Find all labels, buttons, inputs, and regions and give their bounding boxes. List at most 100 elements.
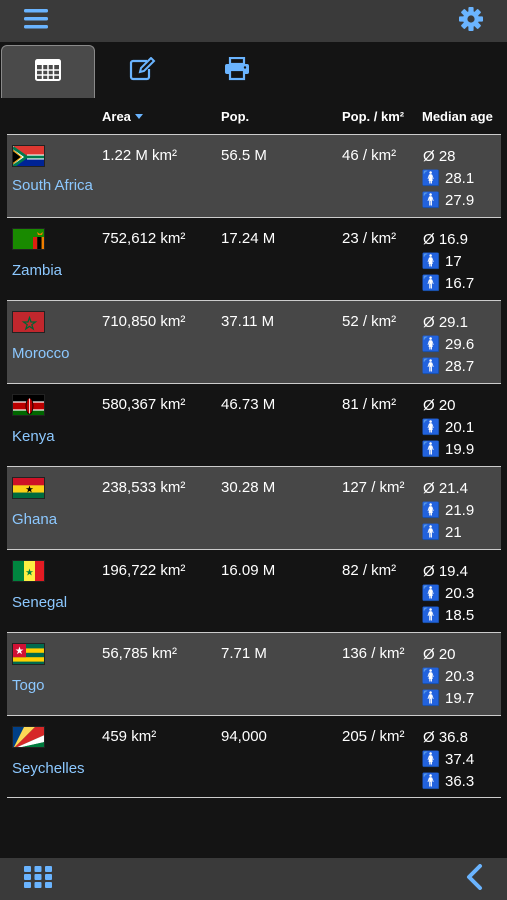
age-male-value: 19.9 [445,440,475,458]
column-header-median-age[interactable]: Median age [422,109,493,124]
female-icon: 🚺 [421,502,441,519]
age-female-value: 20.3 [445,584,475,602]
area-value: 580,367 km² [102,396,186,413]
menu-button[interactable] [14,6,58,36]
age-total-value: Ø 36.8 [423,728,469,746]
country-table: South Africa 1.22 M km² 56.5 M 46 / km² … [7,134,501,798]
age-total-value: Ø 19.4 [423,562,469,580]
zambia-flag [12,228,45,250]
age-male-value: 19.7 [445,689,475,707]
column-header-area-label: Area [102,109,131,124]
population-value: 7.71 M [221,645,267,662]
male-icon: 🚹 [421,275,441,292]
apps-button[interactable] [20,864,56,894]
female-icon: 🚺 [421,585,441,602]
population-value: 37.11 M [221,313,275,330]
table-row[interactable]: South Africa 1.22 M km² 56.5 M 46 / km² … [7,134,501,217]
kenya-flag [12,394,45,416]
area-value: 56,785 km² [102,645,178,662]
age-male-value: 16.7 [445,274,475,292]
sort-descending-icon [134,114,143,119]
age-male-value: 36.3 [445,772,475,790]
population-value: 17.24 M [221,230,276,247]
density-value: 81 / km² [342,396,397,413]
median-age-cell: Ø 20 🚺 20.1 🚹 19.9 [421,394,499,460]
area-value: 752,612 km² [102,230,186,247]
gear-icon [458,6,484,37]
senegal-flag [12,560,45,582]
age-female-value: 20.1 [445,418,475,436]
median-age-cell: Ø 20 🚺 20.3 🚹 19.7 [421,643,499,709]
age-total-value: Ø 29.1 [423,313,469,331]
print-icon [223,56,251,86]
age-female-value: 17 [445,252,462,270]
country-name[interactable]: Senegal [12,592,100,614]
settings-button[interactable] [454,5,488,37]
back-button[interactable] [460,863,490,895]
column-header-density[interactable]: Pop. / km² [342,109,404,124]
country-name[interactable]: South Africa [12,175,100,197]
density-value: 52 / km² [342,313,397,330]
togo-flag [12,643,45,665]
male-icon: 🚹 [421,690,441,707]
column-header-area[interactable]: Area [102,109,143,124]
age-male-value: 18.5 [445,606,475,624]
age-male-value: 21 [445,523,462,541]
table-row[interactable]: Ghana 238,533 km² 30.28 M 127 / km² Ø 21… [7,466,501,549]
age-female-value: 21.9 [445,501,475,519]
ghana-flag [12,477,45,499]
female-icon: 🚺 [421,668,441,685]
area-value: 459 km² [102,728,157,745]
edit-icon [129,56,157,86]
age-total-value: Ø 16.9 [423,230,469,248]
population-value: 16.09 M [221,562,276,579]
age-total-value: Ø 21.4 [423,479,469,497]
table-row[interactable]: Togo 56,785 km² 7.71 M 136 / km² Ø 20 🚺 2… [7,632,501,715]
tab-table[interactable] [1,45,95,98]
country-name[interactable]: Morocco [12,343,100,365]
table-row[interactable]: Morocco 710,850 km² 37.11 M 52 / km² Ø 2… [7,300,501,383]
age-female-value: 29.6 [445,335,475,353]
female-icon: 🚺 [421,751,441,768]
median-age-cell: Ø 29.1 🚺 29.6 🚹 28.7 [421,311,499,377]
age-total-value: Ø 20 [423,396,456,414]
age-total-value: Ø 20 [423,645,456,663]
table-row[interactable]: Zambia 752,612 km² 17.24 M 23 / km² Ø 16… [7,217,501,300]
population-value: 94,000 [221,728,267,745]
median-age-cell: Ø 36.8 🚺 37.4 🚹 36.3 [421,726,499,792]
country-name[interactable]: Togo [12,675,100,697]
age-female-value: 28.1 [445,169,475,187]
median-age-cell: Ø 16.9 🚺 17 🚹 16.7 [421,228,499,294]
tab-edit[interactable] [96,45,190,98]
country-name[interactable]: Kenya [12,426,100,448]
area-value: 710,850 km² [102,313,186,330]
column-header-population[interactable]: Pop. [221,109,249,124]
table-row[interactable]: Kenya 580,367 km² 46.73 M 81 / km² Ø 20 … [7,383,501,466]
female-icon: 🚺 [421,336,441,353]
table-row[interactable]: Senegal 196,722 km² 16.09 M 82 / km² Ø 1… [7,549,501,632]
density-value: 23 / km² [342,230,397,247]
country-name[interactable]: Seychelles [12,758,100,780]
male-icon: 🚹 [421,441,441,458]
male-icon: 🚹 [421,192,441,209]
country-name[interactable]: Zambia [12,260,100,282]
male-icon: 🚹 [421,358,441,375]
male-icon: 🚹 [421,773,441,790]
chevron-left-icon [465,863,485,895]
age-male-value: 27.9 [445,191,475,209]
female-icon: 🚺 [421,170,441,187]
bottom-bar [0,858,507,900]
female-icon: 🚺 [421,419,441,436]
population-value: 46.73 M [221,396,276,413]
age-male-value: 28.7 [445,357,475,375]
country-name[interactable]: Ghana [12,509,100,531]
south-africa-flag [12,145,45,167]
density-value: 46 / km² [342,147,397,164]
apps-grid-icon [23,865,53,894]
median-age-cell: Ø 28 🚺 28.1 🚹 27.9 [421,145,499,211]
tab-print[interactable] [190,45,284,98]
age-total-value: Ø 28 [423,147,456,165]
table-row[interactable]: Seychelles 459 km² 94,000 205 / km² Ø 36… [7,715,501,798]
tab-bar [0,42,507,98]
age-female-value: 20.3 [445,667,475,685]
